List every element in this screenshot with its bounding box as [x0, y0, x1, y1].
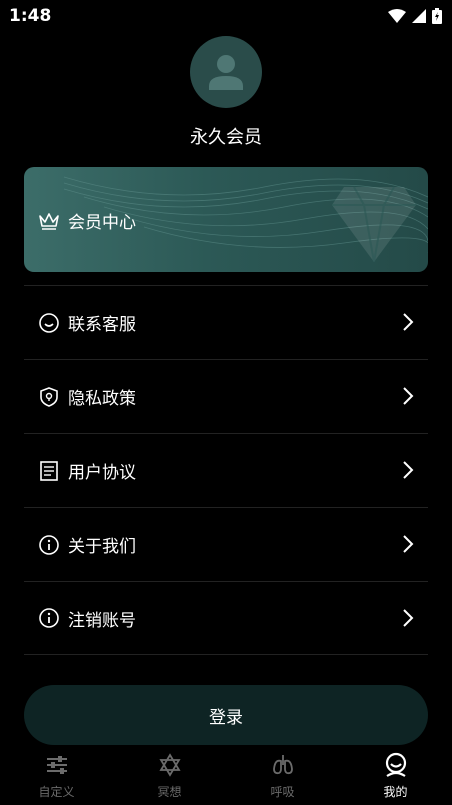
avatar[interactable]	[190, 36, 262, 108]
status-icons	[388, 8, 442, 24]
menu-item-contact-support[interactable]: 联系客服	[24, 285, 428, 359]
menu-item-about-us[interactable]: 关于我们	[24, 507, 428, 581]
menu-label: 用户协议	[68, 463, 136, 483]
tab-label: 自定义	[38, 785, 75, 799]
tab-custom[interactable]: 自定义	[0, 747, 113, 805]
battery-icon	[432, 8, 442, 24]
info-icon	[38, 534, 60, 556]
menu-item-user-agreement[interactable]: 用户协议	[24, 433, 428, 507]
sliders-icon	[43, 751, 71, 779]
menu-label: 联系客服	[68, 315, 136, 335]
wifi-icon	[388, 9, 406, 23]
tab-label: 呼吸	[270, 785, 295, 799]
menu-item-privacy-policy[interactable]: 隐私政策	[24, 359, 428, 433]
info-icon	[38, 607, 60, 629]
chevron-right-icon	[403, 609, 414, 627]
chevron-right-icon	[403, 387, 414, 405]
status-time: 1:48	[9, 6, 52, 26]
menu-label: 关于我们	[68, 537, 136, 557]
tab-meditation[interactable]: 冥想	[113, 747, 226, 805]
username: 永久会员	[190, 127, 262, 148]
chevron-right-icon	[403, 535, 414, 553]
crown-icon	[39, 212, 59, 230]
menu-item-delete-account[interactable]: 注销账号	[24, 581, 428, 655]
menu-label: 隐私政策	[68, 389, 136, 409]
user-silhouette-icon	[209, 55, 243, 90]
tab-label: 冥想	[157, 785, 182, 799]
smile-icon	[38, 312, 60, 334]
tab-profile[interactable]: 我的	[339, 747, 452, 805]
chevron-right-icon	[403, 461, 414, 479]
vip-center-label: 会员中心	[68, 213, 136, 233]
bottom-tab-bar: 自定义 冥想 呼吸 我的	[0, 747, 452, 805]
login-button[interactable]: 登录	[24, 685, 428, 745]
signal-icon	[412, 9, 426, 23]
chevron-right-icon	[403, 313, 414, 331]
profile-icon	[382, 751, 410, 779]
shield-icon	[38, 386, 60, 408]
settings-menu: 联系客服 隐私政策 用户协议 关于我们 注销账号	[24, 285, 428, 655]
star-of-david-icon	[156, 751, 184, 779]
diamond-watermark	[332, 187, 416, 262]
document-icon	[38, 460, 60, 482]
menu-label: 注销账号	[68, 610, 136, 631]
lungs-icon	[269, 751, 297, 779]
tab-breathing[interactable]: 呼吸	[226, 747, 339, 805]
vip-center-card[interactable]: 会员中心	[24, 167, 428, 272]
tab-label: 我的	[383, 785, 408, 799]
status-bar: 1:48	[0, 0, 452, 32]
